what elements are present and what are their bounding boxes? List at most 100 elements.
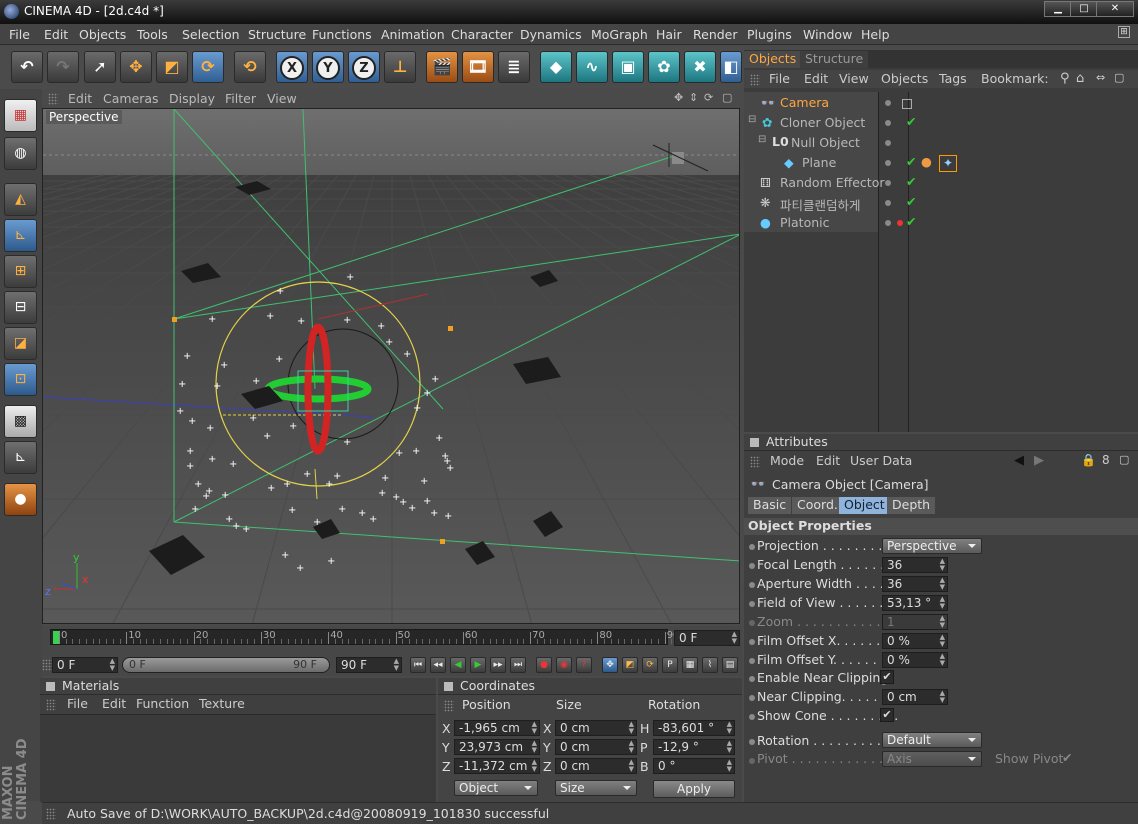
end-frame-field[interactable]: 90 F ▲ ▼	[336, 657, 402, 673]
viewport-menu-display[interactable]: Display	[169, 91, 215, 106]
enabled-check-icon[interactable]: ✔	[906, 174, 916, 189]
materials-menu-texture[interactable]: Texture	[199, 696, 245, 711]
move-icon[interactable]: ✥	[120, 51, 152, 83]
objects-menu-file[interactable]: File	[769, 71, 790, 86]
objects-menu-objects[interactable]: Objects	[881, 71, 928, 86]
goto-end-icon[interactable]: ⏭	[510, 657, 526, 673]
menu-animation[interactable]: Animation	[381, 27, 445, 42]
autokey-icon[interactable]: ◉	[556, 657, 572, 673]
redo-icon[interactable]: ↷	[47, 51, 79, 83]
next-key-icon[interactable]: ▸▸	[490, 657, 506, 673]
goto-start-icon[interactable]: ⏮	[410, 657, 426, 673]
polygons-mode-icon[interactable]: ◪	[4, 327, 37, 360]
rotation-dropdown[interactable]: Default	[882, 732, 982, 748]
menu-structure[interactable]: Structure	[248, 27, 306, 42]
link-icon[interactable]: 8	[1102, 453, 1110, 467]
scale-icon[interactable]: ◩	[156, 51, 188, 83]
render-view-icon[interactable]: 🎬	[426, 51, 458, 83]
viewport-menu-edit[interactable]: Edit	[68, 91, 92, 106]
scale-track-icon[interactable]: ◩	[622, 657, 638, 673]
size-mode-dropdown[interactable]: Size	[555, 780, 637, 796]
menu-dynamics[interactable]: Dynamics	[520, 27, 582, 42]
object-row-random-effector[interactable]: ⚅ Random Effector ✔	[744, 173, 1138, 193]
object-row-null[interactable]: ⊟ L0 Null Object	[744, 133, 1138, 153]
attributes-menu-edit[interactable]: Edit	[816, 453, 840, 468]
object-row-particle[interactable]: ❋ 파티클랜덤하게 ✔	[744, 193, 1138, 213]
menu-selection[interactable]: Selection	[182, 27, 240, 42]
materials-area[interactable]	[40, 714, 436, 802]
materials-menu-function[interactable]: Function	[136, 696, 189, 711]
timeline-ruler[interactable]: 0102030405060708090	[50, 629, 727, 645]
menu-plugins[interactable]: Plugins	[747, 27, 792, 42]
film-offset-x-field[interactable]: 0 % ▲ ▼	[882, 633, 948, 649]
object-axis-mode-icon[interactable]: ⊾	[4, 219, 37, 252]
menu-render[interactable]: Render	[693, 27, 738, 42]
focal-length-field[interactable]: 36 ▲ ▼	[882, 557, 948, 573]
show-cone-checkbox[interactable]: ✔	[880, 708, 894, 722]
viewport-menu-filter[interactable]: Filter	[225, 91, 256, 106]
menu-help[interactable]: Help	[861, 27, 890, 42]
sculpt-shapes-icon[interactable]: ●	[4, 483, 37, 516]
minimize-button[interactable]: ▁	[1044, 1, 1072, 17]
rotation-p-field[interactable]: -12,9 ° ▲ ▼	[653, 739, 735, 755]
z-axis-lock-icon[interactable]: Z	[348, 51, 380, 83]
spline-pen-icon[interactable]: ∿	[576, 51, 608, 83]
y-axis-lock-icon[interactable]: Y	[312, 51, 344, 83]
nurbs-icon[interactable]: ▣	[612, 51, 644, 83]
objects-menu-edit[interactable]: Edit	[804, 71, 828, 86]
objects-menu-view[interactable]: View	[839, 71, 869, 86]
start-frame-field[interactable]: 0 F ▲ ▼	[52, 657, 118, 673]
materials-menu-file[interactable]: File	[67, 696, 88, 711]
prev-key-icon[interactable]: ◂◂	[430, 657, 446, 673]
play-backward-icon[interactable]: ◀	[450, 657, 466, 673]
up-icon[interactable]: ⇔	[1096, 71, 1105, 84]
parameter-track-icon[interactable]: P	[662, 657, 678, 673]
object-row-plane[interactable]: ◆ Plane ✔ ● ✦	[744, 153, 1138, 173]
menu-character[interactable]: Character	[451, 27, 513, 42]
field-of-view-field[interactable]: 53,13 ° ▲ ▼	[882, 595, 948, 611]
coordinate-mode-dropdown[interactable]: Object	[454, 780, 538, 796]
animation-mode-icon[interactable]: ⊡	[4, 363, 37, 396]
enabled-check-icon[interactable]: ✔	[906, 194, 916, 209]
attributes-menu-user-data[interactable]: User Data	[850, 453, 912, 468]
record-icon[interactable]: ●	[536, 657, 552, 673]
rotation-h-field[interactable]: -83,601 ° ▲ ▼	[653, 720, 735, 736]
workplane-icon[interactable]: ⊾	[4, 441, 37, 474]
size-x-field[interactable]: 0 cm ▲ ▼	[555, 720, 637, 736]
play-forward-icon[interactable]: ▶	[470, 657, 486, 673]
enabled-check-icon[interactable]: ✔	[906, 154, 916, 169]
enabled-check-icon[interactable]: ✔	[906, 214, 916, 229]
viewport-maximize-icon[interactable]: ▢	[722, 91, 732, 104]
layout-icon[interactable]: ⊞	[1118, 26, 1130, 38]
viewport-rotate-icon[interactable]: ⟳	[704, 91, 713, 104]
close-button[interactable]: ✕	[1096, 1, 1134, 17]
render-picture-viewer-icon[interactable]: 🎞	[462, 51, 494, 83]
enabled-check-icon[interactable]: ✔	[906, 114, 916, 129]
scene-objects-icon[interactable]: ◧	[720, 51, 742, 83]
viewport-menu-view[interactable]: View	[267, 91, 297, 106]
home-icon[interactable]: ⌂	[1076, 71, 1084, 86]
menu-tools[interactable]: Tools	[137, 27, 168, 42]
enable-near-clipping-checkbox[interactable]: ✔	[880, 670, 894, 684]
new-window-icon[interactable]: ▢	[1119, 453, 1129, 466]
model-mode-icon[interactable]: ◭	[4, 183, 37, 216]
search-icon[interactable]: ⚲	[1060, 71, 1070, 86]
rotate-icon[interactable]: ⟳	[192, 51, 224, 83]
tab-coord[interactable]: Coord.	[792, 497, 843, 514]
lock-icon[interactable]: 🔒	[1081, 453, 1096, 467]
live-select-icon[interactable]: ➚	[84, 51, 116, 83]
coordinate-system-icon[interactable]: ⊥	[384, 51, 416, 83]
materials-menu-edit[interactable]: Edit	[102, 696, 126, 711]
size-y-field[interactable]: 0 cm ▲ ▼	[555, 739, 637, 755]
film-offset-y-field[interactable]: 0 % ▲ ▼	[882, 652, 948, 668]
tab-structure[interactable]: Structure	[800, 51, 869, 68]
perspective-viewport[interactable]: + + + + + + + + + + + + + + + + + + + + + + + + + + + + + + + + + + + + + + + +…	[42, 108, 740, 624]
tab-basic[interactable]: Basic	[748, 497, 792, 514]
collapse-icon[interactable]: ⊟	[748, 114, 756, 125]
objects-menu-bookmarks[interactable]: Bookmark:	[981, 71, 1049, 86]
deformer-icon[interactable]: ✖	[684, 51, 716, 83]
tab-object[interactable]: Object	[839, 497, 890, 514]
viewport-layout-icon[interactable]: ▦	[4, 99, 37, 132]
menu-file[interactable]: File	[9, 27, 30, 42]
position-y-field[interactable]: 23,973 cm ▲ ▼	[454, 739, 540, 755]
